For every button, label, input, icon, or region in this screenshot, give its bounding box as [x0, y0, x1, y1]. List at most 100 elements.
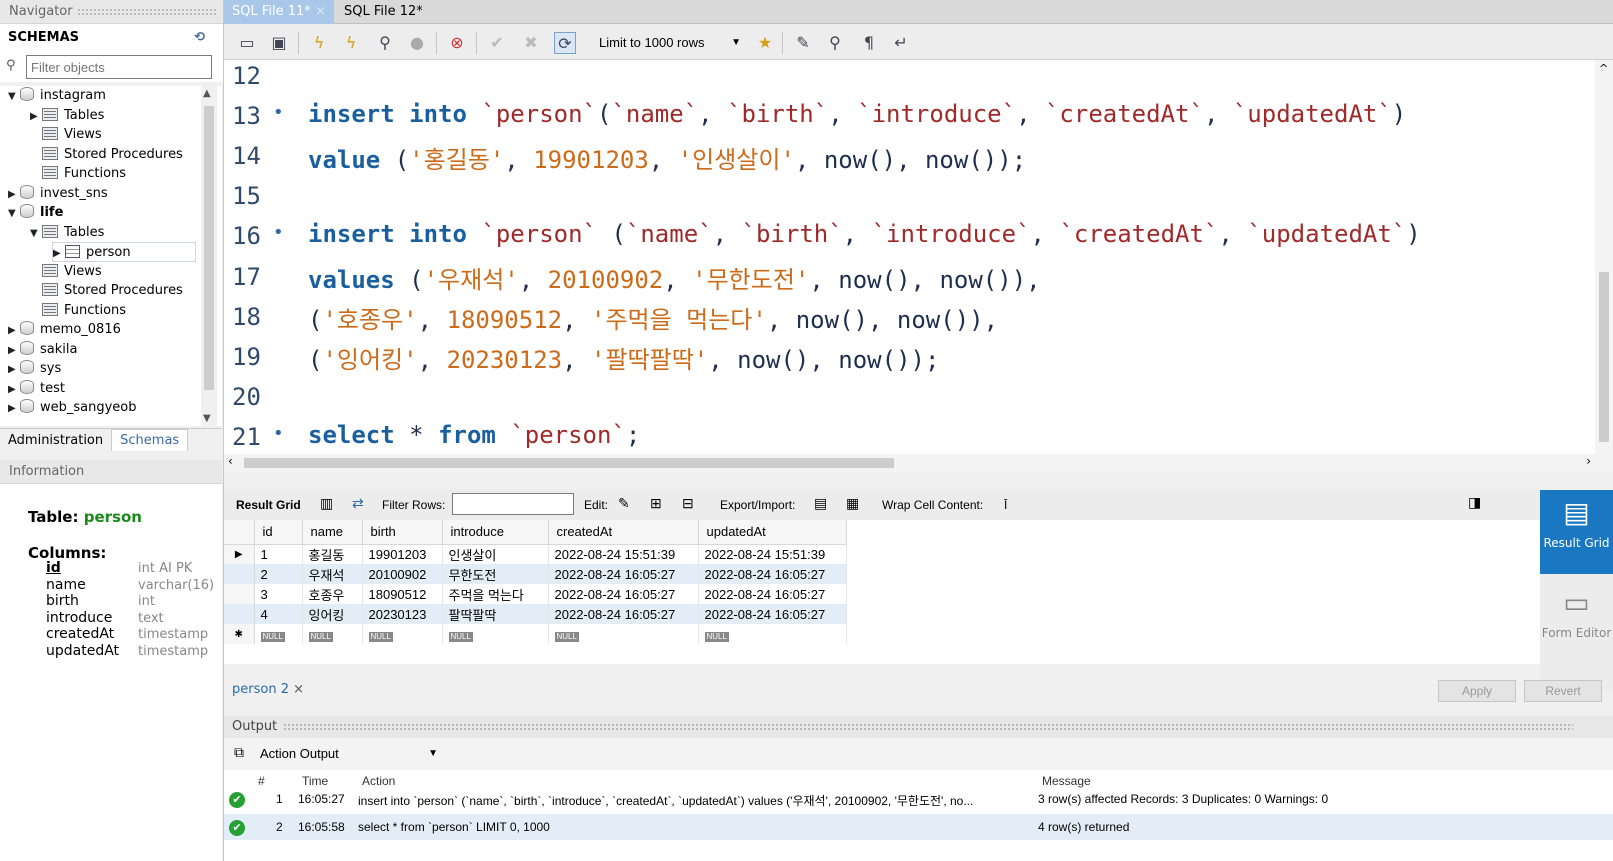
scroll-left-icon[interactable]: ‹	[228, 454, 233, 468]
tree-item[interactable]: ▶ invest_sns	[8, 184, 108, 204]
col-header-updatedat[interactable]: updatedAt	[698, 520, 847, 545]
close-icon[interactable]: ×	[293, 682, 304, 697]
beautify-icon[interactable]: ✎	[792, 32, 814, 54]
tab-sql-file-12[interactable]: SQL File 12*	[336, 0, 431, 24]
table-cell[interactable]: 19901203	[362, 544, 443, 564]
editor-hscroll[interactable]: ‹ ›	[224, 454, 1595, 472]
expand-icon[interactable]: ▶	[8, 380, 20, 400]
null-cell[interactable]: NULL	[698, 624, 847, 644]
tree-item[interactable]: Stored Procedures	[30, 145, 183, 165]
toggle-error-icon[interactable]: ⊗	[446, 32, 468, 54]
commit-icon[interactable]: ✔	[486, 32, 508, 54]
col-header-introduce[interactable]: introduce	[442, 520, 549, 545]
table-cell[interactable]: 무한도전	[442, 564, 549, 584]
apply-button[interactable]: Apply	[1438, 680, 1516, 702]
table-cell[interactable]: 2022-08-24 16:05:27	[698, 564, 847, 584]
null-cell[interactable]: NULL	[442, 624, 549, 644]
tree-item[interactable]: Views	[30, 262, 102, 282]
explain-icon[interactable]: ⚲	[374, 32, 396, 54]
tree-scrollbar[interactable]: ▲ ▼	[201, 86, 217, 426]
sql-editor[interactable]: 12 13 14 15 16 17 18 19 20 21 • • • insert into `…	[224, 60, 1613, 472]
grid-icon[interactable]: ▥	[320, 495, 333, 512]
tree-item[interactable]: ▶ memo_0816	[8, 320, 121, 340]
open-folder-icon[interactable]: ▭	[236, 32, 258, 54]
toggle-panel-icon[interactable]: ◨	[1468, 494, 1481, 511]
table-cell[interactable]: 팔딱팔딱	[442, 604, 549, 624]
tree-item[interactable]: ▶ sys	[8, 359, 61, 379]
copy-icon[interactable]: ⧉	[234, 745, 244, 761]
table-cell[interactable]: 인생살이	[442, 544, 549, 564]
expand-icon[interactable]: ▶	[8, 321, 20, 341]
rollback-icon[interactable]: ✖	[520, 32, 542, 54]
table-cell[interactable]: 20100902	[362, 564, 443, 584]
table-row[interactable]: 3 호종우 18090512 주먹을 먹는다 2022-08-24 16:05:27 20…	[224, 584, 847, 604]
table-cell[interactable]: 2022-08-24 15:51:39	[548, 544, 699, 564]
table-cell[interactable]: 우재석	[302, 564, 363, 584]
tree-item[interactable]: Stored Procedures	[30, 281, 183, 301]
table-row[interactable]: 4 잉어킹 20230123 팔딱팔딱 2022-08-24 16:05:27 2022-…	[224, 604, 847, 624]
table-cell[interactable]: 2	[254, 564, 303, 584]
expand-icon[interactable]: ▶	[8, 399, 20, 419]
tab-sql-file-11[interactable]: SQL File 11* ×	[224, 0, 334, 24]
result-grid-button[interactable]: ▤ Result Grid	[1540, 490, 1613, 574]
table-cell[interactable]: 2022-08-24 15:51:39	[698, 544, 847, 564]
add-row-icon[interactable]: ⊞	[650, 495, 662, 512]
table-row[interactable]: ▶ 1 홍길동 19901203 인생살이 2022-08-24 15:51:39 2022…	[224, 544, 847, 564]
collapse-icon[interactable]: ▼	[30, 224, 42, 244]
expand-icon[interactable]: ▶	[8, 341, 20, 361]
limit-rows-select[interactable]: Limit to 1000 rows ▼	[599, 32, 741, 54]
export-icon[interactable]: ▤	[814, 495, 827, 512]
null-cell[interactable]: NULL	[254, 624, 303, 644]
table-cell[interactable]: 20230123	[362, 604, 443, 624]
import-icon[interactable]: ▦	[846, 495, 859, 512]
output-type-select[interactable]: Action Output ▼	[260, 743, 438, 765]
null-cell[interactable]: NULL	[302, 624, 363, 644]
col-header-id[interactable]: id	[254, 520, 303, 545]
tree-item[interactable]: ▶ test	[8, 379, 65, 399]
tree-item[interactable]: ▶ sakila	[8, 340, 77, 360]
tree-item[interactable]: ▼ life	[8, 203, 63, 223]
tree-item[interactable]: ▼ instagram	[8, 86, 106, 106]
table-cell[interactable]: 4	[254, 604, 303, 624]
collapse-icon[interactable]: ▼	[8, 87, 20, 107]
wrap-lines-icon[interactable]: ↵	[890, 32, 912, 54]
stop-icon[interactable]: ●	[406, 32, 428, 54]
snippet-star-icon[interactable]: ★	[754, 32, 776, 54]
tab-administration[interactable]: Administration	[0, 430, 111, 452]
execute-current-icon[interactable]: ϟ	[340, 32, 362, 54]
find-icon[interactable]: ⚲	[824, 32, 846, 54]
expand-icon[interactable]: ▶	[30, 107, 42, 127]
tree-item[interactable]: Functions	[30, 164, 126, 184]
table-cell[interactable]: 2022-08-24 16:05:27	[548, 584, 699, 604]
invisible-chars-icon[interactable]: ¶	[858, 32, 880, 54]
table-cell[interactable]: 2022-08-24 16:05:27	[548, 604, 699, 624]
tree-item[interactable]: ▶ person	[52, 242, 196, 262]
table-cell[interactable]: 2022-08-24 16:05:27	[698, 584, 847, 604]
table-cell[interactable]: 3	[254, 584, 303, 604]
new-row[interactable]: ✱ NULL NULL NULL NULL NULL NULL	[224, 624, 847, 644]
table-cell[interactable]: 2022-08-24 16:05:27	[548, 564, 699, 584]
table-cell[interactable]: 주먹을 먹는다	[442, 584, 549, 604]
scroll-up-icon[interactable]: ^	[1599, 62, 1608, 75]
null-cell[interactable]: NULL	[548, 624, 699, 644]
tree-item[interactable]: ▶ Tables	[30, 106, 104, 126]
edit-row-icon[interactable]: ✎	[618, 495, 630, 512]
save-icon[interactable]: ▣	[268, 32, 290, 54]
wrap-cell-icon[interactable]: Ī	[1004, 498, 1007, 512]
tree-item[interactable]: Views	[30, 125, 102, 145]
scroll-right-icon[interactable]: ›	[1586, 454, 1591, 468]
table-row[interactable]: 2 우재석 20100902 무한도전 2022-08-24 16:05:27 2022-…	[224, 564, 847, 584]
form-editor-button[interactable]: ▭ Form Editor	[1540, 580, 1613, 664]
expand-icon[interactable]: ▶	[8, 360, 20, 380]
revert-button[interactable]: Revert	[1524, 680, 1602, 702]
col-header-name[interactable]: name	[302, 520, 363, 545]
output-row[interactable]: ✔ 1 16:05:27 insert into `person` (`name`, …	[224, 786, 1613, 812]
filter-rows-input[interactable]	[452, 493, 574, 515]
collapse-icon[interactable]: ▼	[8, 204, 20, 224]
refresh-icon[interactable]: ⟲	[194, 24, 205, 52]
col-header-createdat[interactable]: createdAt	[548, 520, 699, 545]
scroll-up-icon[interactable]: ▲	[203, 88, 211, 99]
execute-icon[interactable]: ϟ	[308, 32, 330, 54]
table-cell[interactable]: 호종우	[302, 584, 363, 604]
table-cell[interactable]: 잉어킹	[302, 604, 363, 624]
